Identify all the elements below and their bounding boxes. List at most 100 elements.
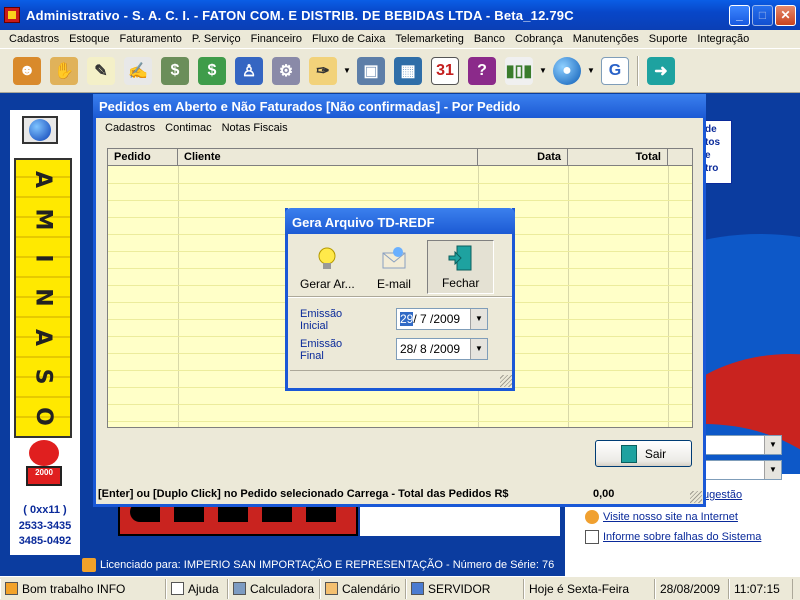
chevron-down-icon[interactable]: ▼: [587, 66, 595, 75]
pedidos-menu-notas-fiscais[interactable]: Notas Fiscais: [217, 122, 293, 134]
money-bag-icon[interactable]: $: [158, 54, 192, 88]
status-greeting: Bom trabalho INFO: [0, 578, 166, 599]
menu-manutencoes[interactable]: Manutenções: [568, 33, 644, 45]
main-menubar: Cadastros Estoque Faturamento P. Serviço…: [0, 30, 800, 49]
menu-integracao[interactable]: Integração: [692, 33, 754, 45]
grid-row-line: [108, 183, 692, 184]
lightbulb-icon: [318, 247, 336, 269]
user-tie-icon[interactable]: ♙: [232, 54, 266, 88]
app-icon[interactable]: [4, 7, 20, 23]
column-data[interactable]: Data: [478, 149, 568, 165]
globe-icon[interactable]: ●: [550, 54, 584, 88]
dialog-title: Gera Arquivo TD-REDF: [285, 208, 515, 234]
menu-financeiro[interactable]: Financeiro: [246, 33, 307, 45]
pedidos-statusbar: [Enter] ou [Duplo Click] no Pedido selec…: [98, 485, 702, 503]
status-time: 11:07:15: [729, 578, 793, 599]
help-book-icon[interactable]: ?: [465, 54, 499, 88]
pedidos-status-text: [Enter] ou [Duplo Click] no Pedido selec…: [98, 488, 509, 500]
desktop-notice-box: de tos e tro: [702, 120, 732, 184]
computer-icon[interactable]: ▣: [354, 54, 388, 88]
menu-cadastros[interactable]: Cadastros: [4, 33, 64, 45]
fechar-button[interactable]: Fechar: [427, 240, 494, 294]
grid-row-line: [108, 404, 692, 405]
money-bills-icon[interactable]: $: [195, 54, 229, 88]
left-branding-panel: AMINASO 2000 ( 0xx11 ) 2533-3435 3485-04…: [10, 110, 80, 555]
help-icon: [171, 582, 184, 595]
brush-icon: [82, 558, 96, 572]
handshake-icon[interactable]: ✋: [47, 54, 81, 88]
gerar-arquivo-button[interactable]: Gerar Ar...: [294, 240, 361, 294]
suggestion-link[interactable]: ugestão: [703, 489, 742, 501]
sign-document-icon[interactable]: ✎: [84, 54, 118, 88]
pedidos-menubar: Cadastros Contimac Notas Fiscais: [96, 118, 703, 138]
toolbar-separator: [637, 55, 639, 86]
exit-door-icon: [448, 245, 472, 271]
dialog-statusbar: [290, 370, 512, 387]
status-servidor: SERVIDOR: [406, 578, 524, 599]
sair-button[interactable]: Sair: [595, 440, 692, 467]
menu-suporte[interactable]: Suporte: [644, 33, 693, 45]
mascot-image: 2000: [26, 440, 62, 488]
emissao-inicial-label: Emissão Inicial: [300, 308, 343, 332]
server-icon: [411, 582, 424, 595]
pedidos-total-value: 0,00: [593, 488, 615, 500]
column-total[interactable]: Total: [568, 149, 668, 165]
menu-fluxo-de-caixa[interactable]: Fluxo de Caixa: [307, 33, 390, 45]
menu-banco[interactable]: Banco: [469, 33, 510, 45]
mascot-text: 2000: [26, 466, 62, 486]
status-ajuda[interactable]: Ajuda: [166, 578, 228, 599]
document-icon: [585, 530, 599, 544]
calendar-icon[interactable]: 31: [428, 54, 462, 88]
phone-number-1: 2533-3435: [18, 520, 72, 532]
column-cliente[interactable]: Cliente: [178, 149, 478, 165]
chevron-down-icon[interactable]: ▼: [470, 309, 487, 329]
status-calendario[interactable]: Calendário: [320, 578, 406, 599]
resize-grip[interactable]: [500, 375, 512, 387]
menu-cobranca[interactable]: Cobrança: [510, 33, 568, 45]
desktop-combo-1[interactable]: ▼: [702, 435, 782, 455]
sign-icon[interactable]: ✑: [306, 54, 340, 88]
status-calculadora[interactable]: Calculadora: [228, 578, 320, 599]
google-icon[interactable]: G: [598, 54, 632, 88]
emissao-inicial-day: 29: [400, 312, 414, 326]
menu-p-servico[interactable]: P. Serviço: [187, 33, 246, 45]
menu-telemarketing[interactable]: Telemarketing: [390, 33, 468, 45]
column-pedido[interactable]: Pedido: [108, 149, 178, 165]
close-button[interactable]: ✕: [775, 5, 796, 26]
visit-site-link[interactable]: Visite nosso site na Internet: [585, 510, 738, 524]
bar-chart-icon[interactable]: ▮▯▮: [502, 54, 536, 88]
main-statusbar: Bom trabalho INFO Ajuda Calculadora Cale…: [0, 576, 800, 600]
calendar-icon: [325, 582, 338, 595]
emissao-final-date[interactable]: 28/ 8 /2009 ▼: [396, 338, 488, 360]
phone-number-2: 3485-0492: [18, 535, 72, 547]
menu-faturamento[interactable]: Faturamento: [115, 33, 187, 45]
email-button[interactable]: E-mail: [361, 240, 428, 294]
menu-estoque[interactable]: Estoque: [64, 33, 114, 45]
main-titlebar: Administrativo - S. A. C. I. - FATON COM…: [0, 0, 800, 30]
desktop-combo-2[interactable]: ▼: [702, 460, 782, 480]
sair-label: Sair: [644, 446, 667, 461]
resize-grip[interactable]: [690, 491, 702, 503]
grid-row-line: [108, 200, 692, 201]
home-icon: [585, 510, 599, 524]
maximize-button[interactable]: □: [752, 5, 773, 26]
minimize-button[interactable]: _: [729, 5, 750, 26]
chevron-down-icon[interactable]: ▼: [343, 66, 351, 75]
edit-document-icon[interactable]: ✍: [121, 54, 155, 88]
calculator-icon[interactable]: ▦: [391, 54, 425, 88]
pedidos-menu-cadastros[interactable]: Cadastros: [100, 122, 160, 134]
settings-gears-icon[interactable]: ⚙: [269, 54, 303, 88]
emissao-inicial-date[interactable]: 29/ 7 /2009 ▼: [396, 308, 488, 330]
pedidos-menu-contimac[interactable]: Contimac: [160, 122, 216, 134]
globe-button[interactable]: [22, 116, 58, 144]
report-bug-link[interactable]: Informe sobre falhas do Sistema: [585, 530, 761, 544]
exit-door-icon[interactable]: ➜: [644, 54, 678, 88]
envelope-icon: [382, 247, 406, 269]
user-icon: [5, 582, 18, 595]
chevron-down-icon[interactable]: ▼: [470, 339, 487, 359]
phone-ddd: ( 0xx11 ): [23, 504, 67, 516]
chevron-down-icon[interactable]: ▼: [539, 66, 547, 75]
users-icon[interactable]: ☻: [10, 54, 44, 88]
license-info: Licenciado para: IMPERIO SAN IMPORTAÇÃO …: [82, 558, 554, 572]
app-title: Administrativo - S. A. C. I. - FATON COM…: [26, 7, 574, 23]
